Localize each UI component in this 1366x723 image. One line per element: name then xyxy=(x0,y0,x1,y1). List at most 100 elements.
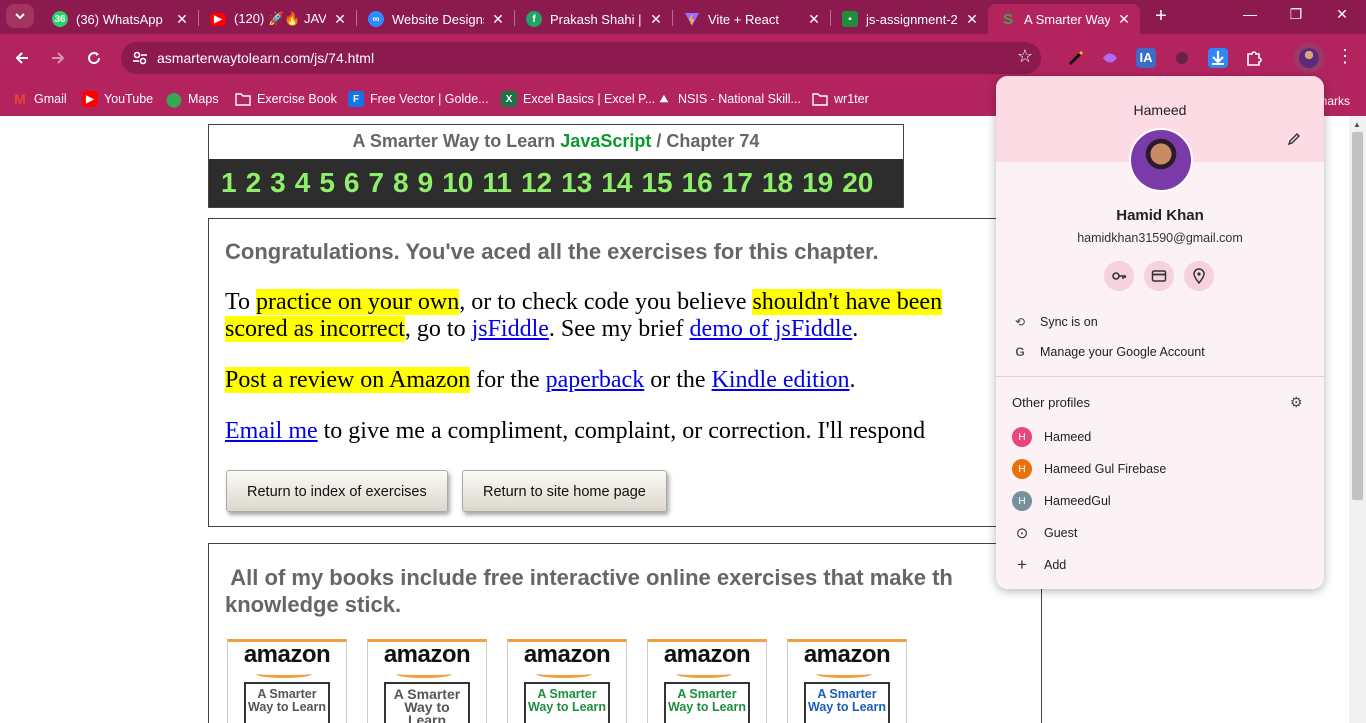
exercise-link-8[interactable]: 8 xyxy=(393,167,409,199)
guest-icon: ⊙ xyxy=(1015,525,1029,542)
extension-gradient-icon[interactable] xyxy=(1100,48,1120,68)
tab-prakash-shahi[interactable]: f Prakash Shahi | F ✕ xyxy=(514,4,672,34)
exercise-link-2[interactable]: 2 xyxy=(246,167,262,199)
bookmark-nsis[interactable]: ⛰ NSIS - National Skill... xyxy=(656,88,801,110)
book-card[interactable]: amazon A Smarter Way to Learn Python xyxy=(367,639,487,723)
site-info-icon[interactable] xyxy=(131,49,149,67)
back-button[interactable] xyxy=(10,46,34,70)
website-icon: ∞ xyxy=(368,11,384,27)
scrollbar-thumb[interactable] xyxy=(1352,132,1363,500)
tab-js-assignment[interactable]: ▪ js-assignment-2 ✕ xyxy=(830,4,988,34)
close-icon[interactable]: ✕ xyxy=(964,11,980,28)
profile-item-hameed[interactable]: H Hameed xyxy=(1012,427,1091,447)
close-icon[interactable]: ✕ xyxy=(174,11,190,28)
book-card[interactable]: amazon A Smarter Way to Learn xyxy=(227,639,347,723)
close-icon[interactable]: ✕ xyxy=(648,11,664,28)
bookmark-wr1ter[interactable]: wr1ter xyxy=(812,88,869,110)
exercise-link-20[interactable]: 20 xyxy=(842,167,873,199)
gear-icon[interactable]: ⚙ xyxy=(1290,394,1303,411)
congrats-box: Congratulations. You've aced all the exe… xyxy=(208,218,1042,527)
folder-icon xyxy=(235,91,251,107)
manage-google-account-row[interactable]: G Manage your Google Account xyxy=(1012,342,1205,362)
profile-item-guest[interactable]: ⊙ Guest xyxy=(1012,523,1078,543)
exercise-link-5[interactable]: 5 xyxy=(319,167,335,199)
bookmark-maps[interactable]: ⬤ Maps xyxy=(166,88,218,110)
edit-pencil-icon[interactable] xyxy=(1287,132,1301,151)
bookmark-exercise-book[interactable]: Exercise Book xyxy=(235,88,337,110)
jsfiddle-demo-link[interactable]: demo of jsFiddle xyxy=(690,316,853,342)
minimize-icon[interactable]: — xyxy=(1240,6,1260,26)
close-icon[interactable]: ✕ xyxy=(332,11,348,28)
exercise-link-15[interactable]: 15 xyxy=(641,167,672,199)
close-icon[interactable]: ✕ xyxy=(1116,11,1132,28)
exercise-link-13[interactable]: 13 xyxy=(561,167,592,199)
all-bookmarks-label[interactable]: narks xyxy=(1321,94,1350,108)
youtube-icon: ▶ xyxy=(82,91,98,107)
exercise-link-10[interactable]: 10 xyxy=(442,167,473,199)
bookmark-gmail[interactable]: M Gmail xyxy=(12,88,67,110)
exercise-link-12[interactable]: 12 xyxy=(521,167,552,199)
profile-item-hameedgul[interactable]: H HameedGul xyxy=(1012,491,1111,511)
address-bar[interactable]: asmarterwaytolearn.com/js/74.html ☆ xyxy=(121,42,1041,74)
extension-ia-icon[interactable]: IA xyxy=(1136,48,1156,68)
bookmark-youtube[interactable]: ▶ YouTube xyxy=(82,88,153,110)
amazon-smile-icon xyxy=(256,670,312,678)
addresses-button[interactable] xyxy=(1184,261,1214,291)
book-cover: A Smarter Way to Learn Python xyxy=(384,682,470,723)
kindle-edition-link[interactable]: Kindle edition xyxy=(712,367,850,393)
restore-icon[interactable]: ❐ xyxy=(1286,6,1306,26)
title-prefix: A Smarter Way to Learn xyxy=(352,131,556,151)
book-card[interactable]: amazon A Smarter Way to Learn xyxy=(507,639,627,723)
profile-item-hameed-gul-firebase[interactable]: H Hameed Gul Firebase xyxy=(1012,459,1166,479)
bookmark-excel-basics[interactable]: X Excel Basics | Excel P... xyxy=(501,88,655,110)
jsfiddle-link[interactable]: jsFiddle xyxy=(472,316,549,342)
tab-smarter-way[interactable]: S A Smarter Way t ✕ xyxy=(988,4,1140,34)
email-me-link[interactable]: Email me xyxy=(225,418,318,444)
close-icon[interactable]: ✕ xyxy=(490,11,506,28)
book-card[interactable]: amazon A Smarter Way to Learn xyxy=(787,639,907,723)
exercise-link-19[interactable]: 19 xyxy=(802,167,833,199)
exercise-link-16[interactable]: 16 xyxy=(682,167,713,199)
profile-item-label: Hameed Gul Firebase xyxy=(1044,462,1167,476)
extensions-puzzle-icon[interactable] xyxy=(1244,48,1264,68)
window-close-icon[interactable]: ✕ xyxy=(1332,6,1352,26)
add-profile-row[interactable]: + Add xyxy=(1012,555,1066,575)
exercise-link-18[interactable]: 18 xyxy=(762,167,793,199)
tab-youtube-java[interactable]: ▶ (120) 🚀🔥 JAVA ✕ xyxy=(198,4,356,34)
bookmark-star-icon[interactable]: ☆ xyxy=(1017,46,1033,67)
extension-dark-icon[interactable] xyxy=(1172,48,1192,68)
scroll-up-icon[interactable]: ▲ xyxy=(1353,120,1361,129)
close-icon[interactable]: ✕ xyxy=(806,11,822,28)
exercise-link-11[interactable]: 11 xyxy=(482,167,512,199)
payment-card-button[interactable] xyxy=(1144,261,1174,291)
return-to-home-button[interactable]: Return to site home page xyxy=(462,470,667,512)
manage-account-label: Manage your Google Account xyxy=(1040,345,1205,359)
new-tab-button[interactable]: + xyxy=(1150,5,1172,27)
tab-vite-react[interactable]: Vite + React ✕ xyxy=(672,4,830,34)
tab-search-button[interactable] xyxy=(6,4,34,28)
exercise-link-1[interactable]: 1 xyxy=(221,167,237,199)
password-key-button[interactable] xyxy=(1104,261,1134,291)
reload-button[interactable] xyxy=(82,46,106,70)
download-icon[interactable] xyxy=(1208,48,1228,68)
exercise-link-6[interactable]: 6 xyxy=(344,167,360,199)
extension-pen-icon[interactable] xyxy=(1066,48,1086,68)
forward-button[interactable] xyxy=(46,46,70,70)
return-to-index-button[interactable]: Return to index of exercises xyxy=(226,470,448,512)
exercise-link-14[interactable]: 14 xyxy=(601,167,632,199)
tab-website-designs[interactable]: ∞ Website Designs ✕ xyxy=(356,4,514,34)
reload-icon xyxy=(88,52,101,65)
exercise-link-17[interactable]: 17 xyxy=(722,167,753,199)
sync-status-row[interactable]: ⟲ Sync is on xyxy=(1012,312,1098,332)
exercise-link-3[interactable]: 3 xyxy=(270,167,286,199)
exercise-link-7[interactable]: 7 xyxy=(368,167,384,199)
exercise-link-4[interactable]: 4 xyxy=(295,167,311,199)
exercise-link-9[interactable]: 9 xyxy=(418,167,434,199)
tab-whatsapp[interactable]: 36 (36) WhatsApp ✕ xyxy=(40,4,198,34)
bookmark-free-vector[interactable]: F Free Vector | Golde... xyxy=(348,88,489,110)
book-card[interactable]: amazon A Smarter Way to Learn xyxy=(647,639,767,723)
page-scrollbar[interactable]: ▲ xyxy=(1349,116,1366,723)
kebab-menu-icon[interactable]: ⋮ xyxy=(1336,46,1354,67)
paperback-link[interactable]: paperback xyxy=(546,367,645,393)
profile-avatar-button[interactable] xyxy=(1294,43,1324,73)
